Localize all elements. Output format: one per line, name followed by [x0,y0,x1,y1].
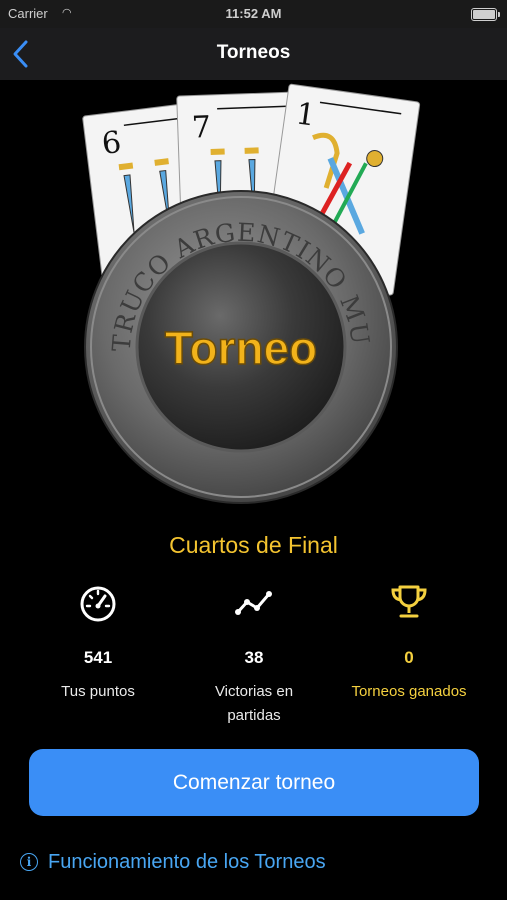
card-rank-7: 7 [191,110,211,146]
stat-tournaments-label: Torneos ganados [351,683,467,700]
stat-victories-value: 38 [244,648,264,667]
stat-tournaments-value: 0 [404,648,414,667]
status-time: 11:52 AM [225,6,282,21]
line-chart-icon [235,591,272,615]
stat-points-value: 541 [83,648,113,667]
battery-icon [471,8,500,21]
tournament-info-link[interactable]: i Funcionamiento de los Torneos [20,846,326,878]
tournament-stage: Cuartos de Final [169,532,338,558]
page-title: Torneos [216,42,291,63]
coin-title: Torneo [165,322,317,374]
navigation-bar: Torneos [0,28,507,80]
stat-victories: 38 Victorias en partidas [169,582,339,728]
status-bar: Carrier ◠ 11:52 AM [0,0,507,28]
tournament-emblem: 6 7 1 TRUCO ARGENTINO MU Torneo [59,57,430,510]
info-icon: i [20,853,38,871]
stat-victories-label: Victorias en partidas [214,683,294,724]
stat-tournaments-won: 0 Torneos ganados [324,582,494,704]
tournament-info-label: Funcionamiento de los Torneos [48,850,326,873]
speedometer-icon [80,586,116,622]
stat-points-label: Tus puntos [61,683,135,700]
start-tournament-button[interactable]: Comenzar torneo [29,749,479,816]
stat-points: 541 Tus puntos [13,582,183,704]
trophy-icon [391,585,427,618]
